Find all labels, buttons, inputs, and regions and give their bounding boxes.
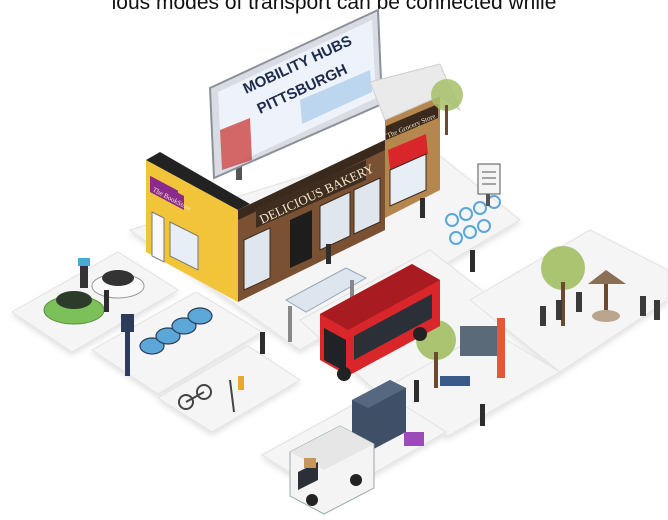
mobility-hub-illustration: MOBILITY HUBS PITTSBURGH The BookStore D…: [11, 8, 668, 515]
